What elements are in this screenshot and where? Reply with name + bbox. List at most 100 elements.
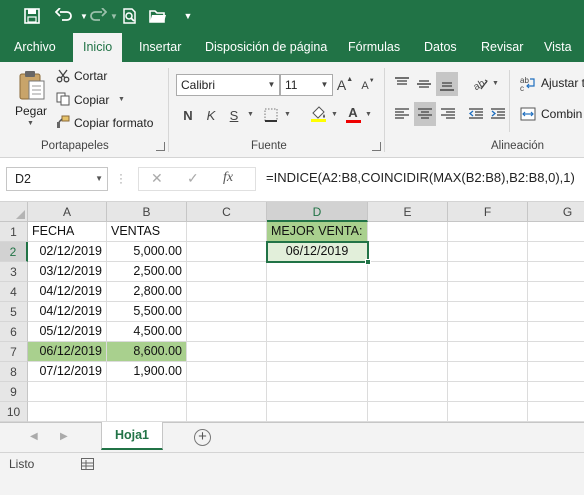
cell-empty[interactable] bbox=[187, 222, 267, 242]
copy-dropdown-icon[interactable]: ▼ bbox=[118, 96, 125, 103]
font-name-select[interactable]: Calibri ▼ bbox=[176, 74, 280, 96]
cell-empty[interactable] bbox=[448, 322, 528, 342]
customize-toolbar-icon[interactable]: ▼ bbox=[176, 4, 200, 28]
cell-empty[interactable] bbox=[267, 322, 368, 342]
row-header-1[interactable]: 1 bbox=[0, 222, 28, 242]
cell-empty[interactable] bbox=[187, 342, 267, 362]
cell-empty[interactable] bbox=[448, 362, 528, 382]
fill-color-icon[interactable] bbox=[309, 104, 329, 124]
cell-empty[interactable] bbox=[448, 382, 528, 402]
cell-empty[interactable] bbox=[187, 282, 267, 302]
vertical-dots-icon[interactable]: · · · bbox=[119, 168, 123, 188]
cell-empty[interactable] bbox=[267, 362, 368, 382]
cell-empty[interactable] bbox=[267, 382, 368, 402]
cell-empty[interactable] bbox=[528, 282, 584, 302]
bold-button[interactable]: N bbox=[179, 106, 197, 124]
cell-empty[interactable] bbox=[528, 262, 584, 282]
align-middle-icon[interactable] bbox=[414, 74, 434, 94]
cell-empty[interactable] bbox=[368, 382, 448, 402]
font-size-select[interactable]: 11 ▼ bbox=[280, 74, 333, 96]
tab-disposicion-de-pagina[interactable]: Disposición de página bbox=[205, 32, 327, 62]
cell-empty[interactable] bbox=[448, 222, 528, 242]
cell-empty[interactable] bbox=[368, 282, 448, 302]
cell-empty[interactable] bbox=[187, 362, 267, 382]
column-header-f[interactable]: F bbox=[448, 202, 528, 222]
font-color-icon[interactable]: A bbox=[344, 104, 362, 124]
cell-fecha[interactable]: 04/12/2019 bbox=[28, 302, 107, 322]
cell-empty[interactable] bbox=[368, 402, 448, 422]
cell-ventas[interactable]: 5,500.00 bbox=[107, 302, 187, 322]
cell-ventas[interactable]: 1,900.00 bbox=[107, 362, 187, 382]
borders-dropdown-icon[interactable]: ▼ bbox=[284, 111, 291, 118]
enter-icon[interactable]: ✓ bbox=[187, 170, 199, 187]
format-painter-button[interactable]: Copiar formato bbox=[74, 116, 153, 130]
column-header-c[interactable]: C bbox=[187, 202, 267, 222]
cell-empty[interactable] bbox=[28, 402, 107, 422]
cell-empty[interactable] bbox=[528, 302, 584, 322]
cell-fecha[interactable]: 05/12/2019 bbox=[28, 322, 107, 342]
insert-function-icon[interactable]: fx bbox=[223, 170, 233, 186]
wrap-text-button[interactable]: Ajustar t bbox=[541, 76, 584, 90]
cell-fecha[interactable]: 02/12/2019 bbox=[28, 242, 107, 262]
cell-empty[interactable] bbox=[528, 402, 584, 422]
cell-ventas[interactable]: 5,000.00 bbox=[107, 242, 187, 262]
fill-color-dropdown-icon[interactable]: ▼ bbox=[331, 111, 338, 118]
cell-d2-mejor-venta-value[interactable]: 06/12/2019 bbox=[267, 242, 368, 262]
cell-empty[interactable] bbox=[528, 242, 584, 262]
cell-empty[interactable] bbox=[187, 402, 267, 422]
align-right-icon[interactable] bbox=[438, 104, 458, 124]
cell-ventas[interactable]: 2,800.00 bbox=[107, 282, 187, 302]
cancel-icon[interactable]: ✕ bbox=[151, 170, 163, 187]
row-header-10[interactable]: 10 bbox=[0, 402, 28, 422]
cell-fecha[interactable]: 03/12/2019 bbox=[28, 262, 107, 282]
row-header-3[interactable]: 3 bbox=[0, 262, 28, 282]
cell-fecha[interactable]: 04/12/2019 bbox=[28, 282, 107, 302]
macro-recording-icon[interactable] bbox=[81, 458, 94, 470]
select-all-button[interactable] bbox=[0, 202, 28, 222]
cell-empty[interactable] bbox=[267, 402, 368, 422]
copy-icon[interactable] bbox=[55, 91, 71, 107]
name-box[interactable]: D2 ▼ bbox=[6, 167, 108, 191]
tab-datos[interactable]: Datos bbox=[424, 32, 457, 62]
cell-empty[interactable] bbox=[267, 302, 368, 322]
row-header-5[interactable]: 5 bbox=[0, 302, 28, 322]
cell-empty[interactable] bbox=[368, 302, 448, 322]
cell-empty[interactable] bbox=[187, 382, 267, 402]
column-header-b[interactable]: B bbox=[107, 202, 187, 222]
tab-vista[interactable]: Vista bbox=[544, 32, 572, 62]
orientation-dropdown-icon[interactable]: ▼ bbox=[492, 80, 499, 87]
increase-indent-icon[interactable] bbox=[488, 104, 508, 124]
shrink-font-icon[interactable]: A ▼ bbox=[360, 77, 376, 95]
cell-empty[interactable] bbox=[448, 282, 528, 302]
cell-d1-mejor-venta-label[interactable]: MEJOR VENTA: bbox=[267, 222, 368, 242]
row-header-4[interactable]: 4 bbox=[0, 282, 28, 302]
paste-icon[interactable] bbox=[17, 68, 47, 102]
cell-empty[interactable] bbox=[368, 222, 448, 242]
copy-button[interactable]: Copiar bbox=[74, 93, 109, 107]
tab-formulas[interactable]: Fórmulas bbox=[348, 32, 400, 62]
add-sheet-icon[interactable]: + bbox=[194, 429, 211, 446]
cell-empty[interactable] bbox=[267, 282, 368, 302]
borders-icon[interactable] bbox=[262, 106, 280, 124]
open-folder-icon[interactable] bbox=[146, 4, 170, 28]
paste-button[interactable]: Pegar bbox=[15, 104, 47, 118]
cell-empty[interactable] bbox=[528, 382, 584, 402]
italic-button[interactable]: K bbox=[202, 106, 220, 124]
clipboard-launcher-icon[interactable] bbox=[156, 142, 165, 151]
cell-a1-fecha-header[interactable]: FECHA bbox=[28, 222, 107, 242]
prev-sheet-icon[interactable]: ◀ bbox=[30, 431, 38, 442]
cell-empty[interactable] bbox=[368, 242, 448, 262]
underline-dropdown-icon[interactable]: ▼ bbox=[247, 111, 254, 118]
row-header-6[interactable]: 6 bbox=[0, 322, 28, 342]
cell-fecha[interactable]: 06/12/2019 bbox=[28, 342, 107, 362]
cell-fecha[interactable]: 07/12/2019 bbox=[28, 362, 107, 382]
cell-empty[interactable] bbox=[267, 262, 368, 282]
tab-revisar[interactable]: Revisar bbox=[481, 32, 523, 62]
sheet-tab-hoja1[interactable]: Hoja1 bbox=[101, 422, 163, 450]
row-header-2[interactable]: 2 bbox=[0, 242, 28, 262]
column-header-d[interactable]: D bbox=[267, 202, 368, 222]
column-header-g[interactable]: G bbox=[528, 202, 584, 222]
tab-archivo[interactable]: Archivo bbox=[14, 32, 56, 62]
cell-empty[interactable] bbox=[187, 242, 267, 262]
align-bottom-icon[interactable] bbox=[436, 72, 458, 96]
